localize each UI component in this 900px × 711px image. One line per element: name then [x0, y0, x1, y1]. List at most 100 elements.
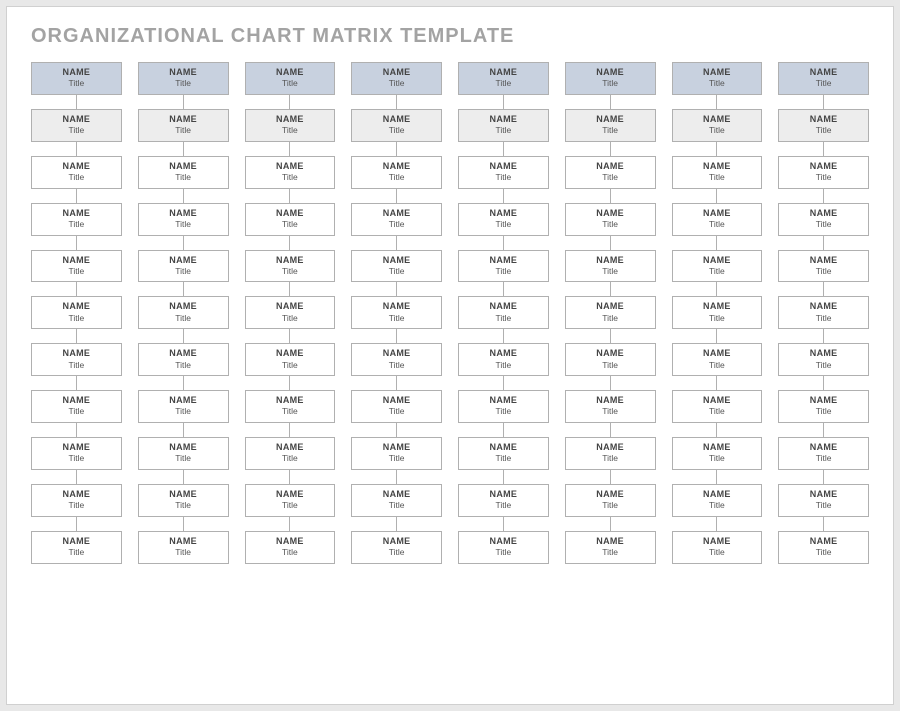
- connector-line: [503, 282, 504, 296]
- org-box-title: Title: [673, 78, 762, 89]
- org-box: NAMETitle: [458, 343, 549, 376]
- org-box-name: NAME: [673, 301, 762, 312]
- org-box-name: NAME: [352, 489, 441, 500]
- org-box-title: Title: [32, 172, 121, 183]
- connector-line: [183, 376, 184, 390]
- org-box: NAMETitle: [778, 437, 869, 470]
- connector-line: [610, 282, 611, 296]
- org-box-title: Title: [32, 313, 121, 324]
- org-box-title: Title: [139, 500, 228, 511]
- org-box-name: NAME: [32, 348, 121, 359]
- org-box-name: NAME: [32, 161, 121, 172]
- org-box-name: NAME: [673, 395, 762, 406]
- connector-line: [183, 423, 184, 437]
- org-box-name: NAME: [673, 489, 762, 500]
- org-box-name: NAME: [779, 395, 868, 406]
- org-box-name: NAME: [139, 442, 228, 453]
- org-box: NAMETitle: [672, 109, 763, 142]
- connector-line: [76, 189, 77, 203]
- connector-line: [610, 470, 611, 484]
- org-box-name: NAME: [673, 255, 762, 266]
- connector-line: [289, 189, 290, 203]
- org-box-title: Title: [566, 172, 655, 183]
- org-box-name: NAME: [566, 348, 655, 359]
- org-box-name: NAME: [459, 348, 548, 359]
- org-box-name: NAME: [352, 442, 441, 453]
- org-box: NAMETitle: [138, 343, 229, 376]
- org-box-title: Title: [352, 125, 441, 136]
- org-head-box: NAMETitle: [31, 62, 122, 95]
- org-box-name: NAME: [566, 67, 655, 78]
- org-box: NAMETitle: [565, 437, 656, 470]
- org-box-title: Title: [246, 78, 335, 89]
- connector-line: [183, 189, 184, 203]
- connector-line: [503, 236, 504, 250]
- org-box-name: NAME: [139, 489, 228, 500]
- org-box: NAMETitle: [138, 484, 229, 517]
- connector-line: [823, 142, 824, 156]
- org-box-name: NAME: [139, 114, 228, 125]
- connector-line: [716, 236, 717, 250]
- org-box: NAMETitle: [778, 390, 869, 423]
- org-box-title: Title: [459, 78, 548, 89]
- org-box: NAMETitle: [138, 390, 229, 423]
- org-box-title: Title: [459, 547, 548, 558]
- org-box: NAMETitle: [245, 250, 336, 283]
- org-box: NAMETitle: [565, 203, 656, 236]
- org-box: NAMETitle: [138, 296, 229, 329]
- connector-line: [76, 376, 77, 390]
- org-box-title: Title: [673, 547, 762, 558]
- connector-line: [503, 376, 504, 390]
- org-box-title: Title: [139, 219, 228, 230]
- connector-line: [610, 142, 611, 156]
- org-box: NAMETitle: [672, 250, 763, 283]
- org-box-title: Title: [246, 453, 335, 464]
- org-box: NAMETitle: [31, 484, 122, 517]
- org-box: NAMETitle: [31, 156, 122, 189]
- org-box: NAMETitle: [672, 343, 763, 376]
- org-box-title: Title: [139, 547, 228, 558]
- org-box-name: NAME: [139, 536, 228, 547]
- org-head-box: NAMETitle: [458, 62, 549, 95]
- org-box: NAMETitle: [458, 203, 549, 236]
- org-box: NAMETitle: [31, 203, 122, 236]
- connector-line: [823, 189, 824, 203]
- org-box-title: Title: [246, 313, 335, 324]
- org-box-name: NAME: [459, 114, 548, 125]
- org-box-name: NAME: [139, 67, 228, 78]
- org-box-name: NAME: [459, 442, 548, 453]
- connector-line: [289, 470, 290, 484]
- org-box-title: Title: [779, 406, 868, 417]
- org-box-title: Title: [459, 172, 548, 183]
- org-box-name: NAME: [32, 395, 121, 406]
- connector-line: [716, 142, 717, 156]
- org-box: NAMETitle: [565, 296, 656, 329]
- org-box-title: Title: [352, 500, 441, 511]
- connector-line: [76, 423, 77, 437]
- connector-line: [823, 329, 824, 343]
- org-box-name: NAME: [246, 208, 335, 219]
- connector-line: [503, 95, 504, 109]
- page-title: ORGANIZATIONAL CHART MATRIX TEMPLATE: [31, 25, 869, 48]
- org-box: NAMETitle: [458, 531, 549, 564]
- org-box-name: NAME: [673, 442, 762, 453]
- org-box-name: NAME: [139, 348, 228, 359]
- connector-line: [823, 517, 824, 531]
- org-box-name: NAME: [352, 395, 441, 406]
- org-column: NAMETitleNAMETitleNAMETitleNAMETitleNAME…: [565, 62, 656, 564]
- org-box-name: NAME: [246, 67, 335, 78]
- org-box-name: NAME: [459, 255, 548, 266]
- org-box-name: NAME: [459, 161, 548, 172]
- org-box-name: NAME: [673, 114, 762, 125]
- org-box-name: NAME: [246, 114, 335, 125]
- connector-line: [396, 470, 397, 484]
- org-box: NAMETitle: [245, 109, 336, 142]
- connector-line: [396, 189, 397, 203]
- connector-line: [823, 470, 824, 484]
- org-box-title: Title: [32, 219, 121, 230]
- org-box-title: Title: [566, 78, 655, 89]
- org-box-name: NAME: [246, 489, 335, 500]
- org-box: NAMETitle: [458, 437, 549, 470]
- org-box: NAMETitle: [31, 343, 122, 376]
- org-box-title: Title: [139, 172, 228, 183]
